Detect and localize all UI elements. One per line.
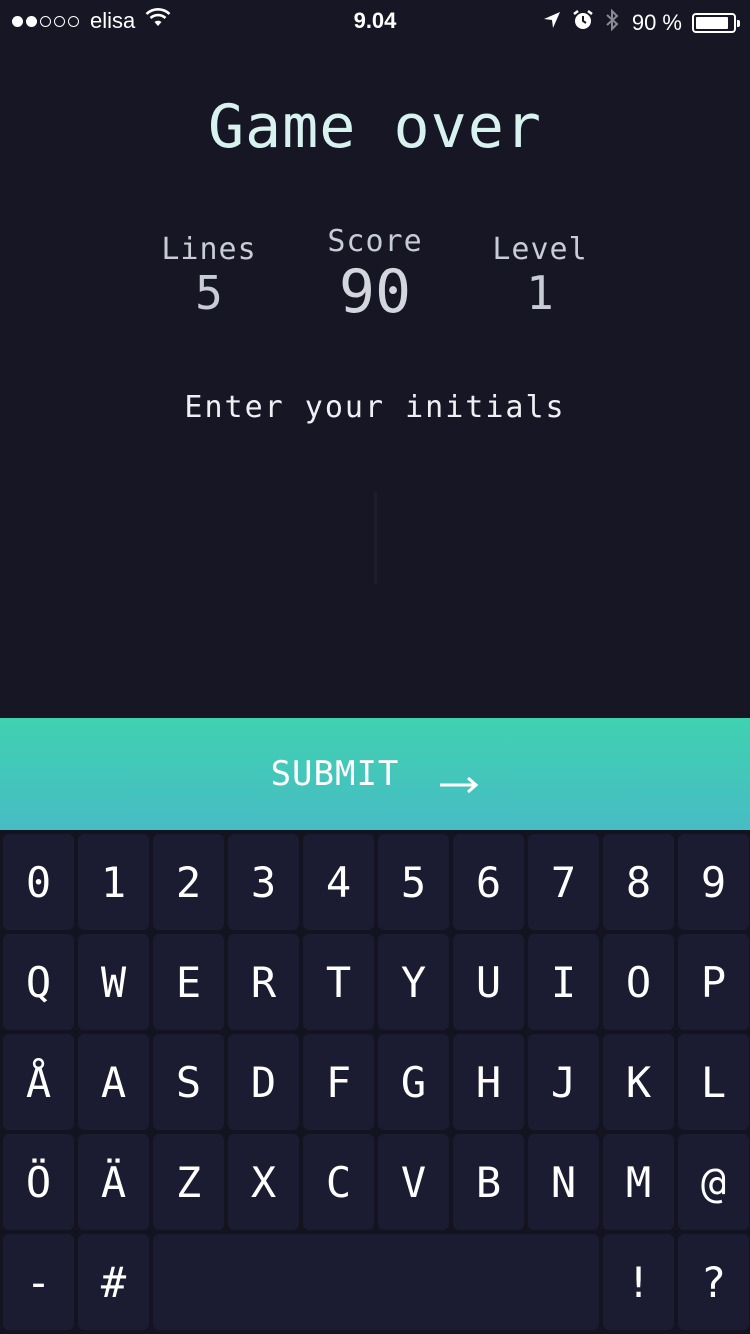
key-b[interactable]: B [453, 1134, 524, 1230]
key-dash[interactable]: - [3, 1234, 74, 1330]
alarm-icon [572, 9, 594, 37]
key-a-ring[interactable]: Å [3, 1034, 74, 1130]
key-exclamation[interactable]: ! [603, 1234, 674, 1330]
key-5[interactable]: 5 [378, 834, 449, 930]
key-space[interactable] [153, 1234, 599, 1330]
key-o[interactable]: O [603, 934, 674, 1030]
key-y[interactable]: Y [378, 934, 449, 1030]
key-a[interactable]: A [78, 1034, 149, 1130]
initials-prompt: Enter your initials [184, 390, 566, 425]
keyboard-row-digits: 0 1 2 3 4 5 6 7 8 9 [3, 834, 750, 930]
key-l[interactable]: L [678, 1034, 749, 1130]
key-n[interactable]: N [528, 1134, 599, 1230]
key-1[interactable]: 1 [78, 834, 149, 930]
key-o-umlaut[interactable]: Ö [3, 1134, 74, 1230]
score-stat: Score 90 [290, 224, 460, 325]
arrow-right-icon [439, 764, 479, 794]
key-d[interactable]: D [228, 1034, 299, 1130]
text-cursor [374, 492, 377, 584]
level-label: Level [492, 232, 588, 267]
lines-stat: Lines 5 [124, 232, 294, 319]
key-8[interactable]: 8 [603, 834, 674, 930]
lines-value: 5 [195, 266, 223, 320]
key-f[interactable]: F [303, 1034, 374, 1130]
key-m[interactable]: M [603, 1134, 674, 1230]
key-h[interactable]: H [453, 1034, 524, 1130]
key-at[interactable]: @ [678, 1134, 749, 1230]
key-e[interactable]: E [153, 934, 224, 1030]
location-arrow-icon [542, 10, 562, 36]
key-z[interactable]: Z [153, 1134, 224, 1230]
key-9[interactable]: 9 [678, 834, 749, 930]
key-v[interactable]: V [378, 1134, 449, 1230]
key-i[interactable]: I [528, 934, 599, 1030]
key-a-umlaut[interactable]: Ä [78, 1134, 149, 1230]
level-value: 1 [526, 266, 554, 320]
key-s[interactable]: S [153, 1034, 224, 1130]
custom-keyboard: 0 1 2 3 4 5 6 7 8 9 Q W E R T Y U I O P … [0, 830, 750, 1334]
key-c[interactable]: C [303, 1134, 374, 1230]
battery-icon [692, 13, 740, 33]
game-over-screen: elisa 9.04 90 % Game over Lines 5 Score … [0, 0, 750, 1334]
keyboard-row-zxcv: Ö Ä Z X C V B N M @ [3, 1134, 750, 1230]
keyboard-row-asdf: Å A S D F G H J K L [3, 1034, 750, 1130]
level-stat: Level 1 [455, 232, 625, 319]
initials-input[interactable] [300, 480, 454, 592]
key-3[interactable]: 3 [228, 834, 299, 930]
lines-label: Lines [161, 232, 257, 267]
key-2[interactable]: 2 [153, 834, 224, 930]
key-question[interactable]: ? [678, 1234, 749, 1330]
score-value: 90 [338, 257, 412, 327]
key-4[interactable]: 4 [303, 834, 374, 930]
key-k[interactable]: K [603, 1034, 674, 1130]
score-label: Score [327, 224, 423, 259]
submit-button[interactable]: SUBMIT [0, 718, 750, 830]
key-w[interactable]: W [78, 934, 149, 1030]
key-p[interactable]: P [678, 934, 749, 1030]
key-u[interactable]: U [453, 934, 524, 1030]
page-title: Game over [207, 92, 543, 162]
bluetooth-icon [604, 8, 620, 38]
key-7[interactable]: 7 [528, 834, 599, 930]
keyboard-row-qwerty: Q W E R T Y U I O P [3, 934, 750, 1030]
status-right: 90 % [532, 8, 740, 38]
key-g[interactable]: G [378, 1034, 449, 1130]
key-r[interactable]: R [228, 934, 299, 1030]
keyboard-row-symbols: - # ! ? [3, 1234, 750, 1330]
key-0[interactable]: 0 [3, 834, 74, 930]
key-q[interactable]: Q [3, 934, 74, 1030]
battery-percent: 90 % [631, 10, 682, 35]
key-j[interactable]: J [528, 1034, 599, 1130]
submit-label: SUBMIT [270, 754, 400, 794]
key-hash[interactable]: # [78, 1234, 149, 1330]
key-x[interactable]: X [228, 1134, 299, 1230]
key-6[interactable]: 6 [453, 834, 524, 930]
game-stats: Lines 5 Score 90 Level 1 [0, 222, 750, 332]
status-bar: elisa 9.04 90 % [0, 0, 750, 40]
key-t[interactable]: T [303, 934, 374, 1030]
